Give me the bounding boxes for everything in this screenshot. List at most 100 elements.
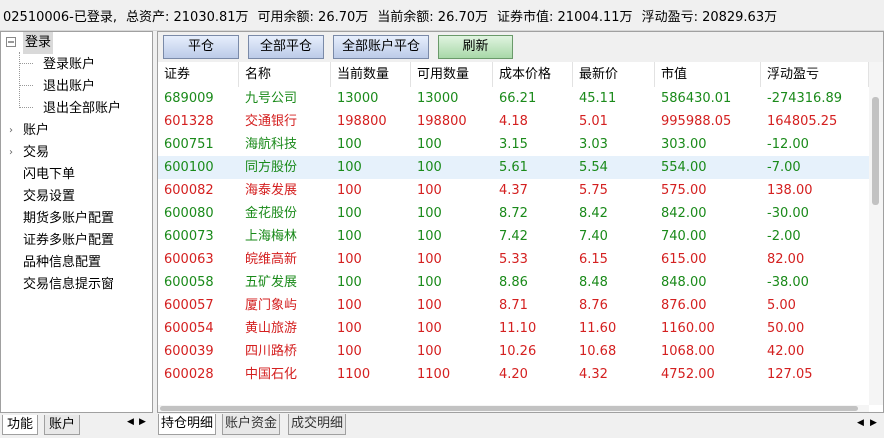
column-header[interactable]: 最新价 bbox=[573, 62, 655, 87]
table-cell-pnl: 138.00 bbox=[767, 183, 813, 198]
vertical-scrollbar[interactable] bbox=[869, 62, 883, 405]
table-row[interactable]: 600058 五矿发展 100 100 8.86 8.48 848.00 -38.00 bbox=[158, 271, 869, 294]
horizontal-scrollbar[interactable] bbox=[158, 405, 869, 412]
scroll-thumb[interactable] bbox=[160, 406, 858, 411]
table-cell-cost: 4.20 bbox=[499, 367, 528, 382]
table-cell-cost: 11.10 bbox=[499, 321, 537, 336]
table-cell-qty: 100 bbox=[337, 206, 362, 221]
tab-trade-detail[interactable]: 成交明细 bbox=[288, 414, 347, 435]
tree-item-trade-settings[interactable]: 交易设置 bbox=[1, 186, 152, 208]
table-cell-avail: 100 bbox=[417, 252, 442, 267]
tab-functions[interactable]: 功能 bbox=[2, 415, 39, 435]
table-cell-mv: 1068.00 bbox=[661, 344, 715, 359]
tree-item-login-account[interactable]: 登录账户 bbox=[1, 54, 152, 76]
current-balance: 当前余额: 26.70万 bbox=[377, 9, 489, 25]
chevron-right-icon[interactable]: › bbox=[5, 142, 17, 164]
table-cell-cost: 5.61 bbox=[499, 160, 528, 175]
table-row[interactable]: 600063 皖维高新 100 100 5.33 6.15 615.00 82.00 bbox=[158, 248, 869, 271]
minus-box-icon[interactable] bbox=[5, 32, 17, 54]
table-cell-code: 600100 bbox=[164, 160, 214, 175]
function-tree-panel: 登录 登录账户 退出账户 退出全部账户 › 账户 › 交易 闪电下单 交易设置 … bbox=[0, 31, 153, 413]
table-cell-avail: 100 bbox=[417, 137, 442, 152]
tree-item-futures-multi-account[interactable]: 期货多账户配置 bbox=[1, 208, 152, 230]
table-cell-avail: 100 bbox=[417, 183, 442, 198]
column-header[interactable]: 证券 bbox=[158, 62, 239, 87]
table-cell-mv: 303.00 bbox=[661, 137, 707, 152]
table-cell-price: 5.01 bbox=[579, 114, 608, 129]
triangle-right-icon[interactable]: ▶ bbox=[870, 418, 877, 428]
column-header[interactable]: 浮动盈亏 bbox=[761, 62, 869, 87]
table-cell-pnl: 82.00 bbox=[767, 252, 805, 267]
table-cell-avail: 100 bbox=[417, 229, 442, 244]
tree-item-quick-order[interactable]: 闪电下单 bbox=[1, 164, 152, 186]
tree-item-trade[interactable]: › 交易 bbox=[1, 142, 152, 164]
table-cell-avail: 100 bbox=[417, 275, 442, 290]
bottom-tab-bar: 持仓明细 账户资金 成交明细 ◀ ▶ bbox=[157, 413, 884, 438]
tab-accounts[interactable]: 账户 bbox=[44, 415, 81, 435]
table-cell-mv: 995988.05 bbox=[661, 114, 732, 129]
chevron-right-icon[interactable]: › bbox=[5, 120, 17, 142]
table-cell-name: 上海梅林 bbox=[245, 229, 298, 244]
tree-item-login[interactable]: 登录 bbox=[1, 32, 152, 54]
table-cell-price: 5.75 bbox=[579, 183, 608, 198]
table-cell-avail: 13000 bbox=[417, 91, 459, 106]
table-cell-qty: 1100 bbox=[337, 367, 371, 382]
tree-item-securities-multi-account[interactable]: 证券多账户配置 bbox=[1, 230, 152, 252]
close-all-accounts-button[interactable]: 全部账户平仓 bbox=[333, 35, 429, 59]
table-row[interactable]: 689009 九号公司 13000 13000 66.21 45.11 586430.01 -… bbox=[158, 87, 869, 110]
table-row[interactable]: 600073 上海梅林 100 100 7.42 7.40 740.00 -2.00 bbox=[158, 225, 869, 248]
column-header[interactable]: 当前数量 bbox=[331, 62, 411, 87]
close-position-button[interactable]: 平仓 bbox=[163, 35, 239, 59]
column-header[interactable]: 成本价格 bbox=[493, 62, 573, 87]
tab-position-detail[interactable]: 持仓明细 bbox=[158, 414, 217, 435]
table-cell-code: 689009 bbox=[164, 91, 214, 106]
column-header[interactable]: 名称 bbox=[239, 62, 331, 87]
positions-grid: 证券 名称 当前数量 可用数量 成本价格 最新价 市值 浮动盈亏 689009 九… bbox=[158, 62, 869, 405]
tree-item-logout-account[interactable]: 退出账户 bbox=[1, 76, 152, 98]
table-row[interactable]: 600100 同方股份 100 100 5.61 5.54 554.00 -7.00 bbox=[158, 156, 869, 179]
column-header[interactable]: 可用数量 bbox=[411, 62, 493, 87]
table-row[interactable]: 600082 海泰发展 100 100 4.37 5.75 575.00 138.00 bbox=[158, 179, 869, 202]
triangle-left-icon[interactable]: ◀ bbox=[857, 418, 864, 428]
table-cell-name: 黄山旅游 bbox=[245, 321, 298, 336]
table-cell-avail: 1100 bbox=[417, 367, 451, 382]
table-cell-avail: 100 bbox=[417, 206, 442, 221]
table-cell-name: 厦门象屿 bbox=[245, 298, 298, 313]
triangle-left-icon[interactable]: ◀ bbox=[127, 417, 134, 427]
tree-item-trade-notification[interactable]: 交易信息提示窗 bbox=[1, 274, 152, 296]
table-cell-code: 600751 bbox=[164, 137, 214, 152]
table-row[interactable]: 600054 黄山旅游 100 100 11.10 11.60 1160.00 50.00 bbox=[158, 317, 869, 340]
table-row[interactable]: 600028 中国石化 1100 1100 4.20 4.32 4752.00 127.05 bbox=[158, 363, 869, 386]
triangle-right-icon[interactable]: ▶ bbox=[139, 417, 146, 427]
column-header[interactable]: 市值 bbox=[655, 62, 761, 87]
table-cell-code: 600039 bbox=[164, 344, 214, 359]
table-cell-name: 交通银行 bbox=[245, 114, 298, 129]
available-balance: 可用余额: 26.70万 bbox=[257, 9, 369, 25]
table-cell-pnl: -7.00 bbox=[767, 160, 801, 175]
table-row[interactable]: 601328 交通银行 198800 198800 4.18 5.01 995988.05 1… bbox=[158, 110, 869, 133]
table-cell-qty: 100 bbox=[337, 252, 362, 267]
table-cell-mv: 575.00 bbox=[661, 183, 707, 198]
tab-account-funds[interactable]: 账户资金 bbox=[222, 414, 281, 435]
tree-item-instrument-config[interactable]: 品种信息配置 bbox=[1, 252, 152, 274]
table-cell-price: 6.15 bbox=[579, 252, 608, 267]
tree-item-account[interactable]: › 账户 bbox=[1, 120, 152, 142]
table-row[interactable]: 600751 海航科技 100 100 3.15 3.03 303.00 -12.00 bbox=[158, 133, 869, 156]
table-cell-qty: 100 bbox=[337, 298, 362, 313]
table-cell-code: 600054 bbox=[164, 321, 214, 336]
total-assets: 总资产: 21030.81万 bbox=[126, 9, 249, 25]
table-cell-mv: 1160.00 bbox=[661, 321, 715, 336]
table-row[interactable]: 600080 金花股份 100 100 8.72 8.42 842.00 -30.00 bbox=[158, 202, 869, 225]
tree-item-logout-all-accounts[interactable]: 退出全部账户 bbox=[1, 98, 152, 120]
account-status-bar: 02510006-已登录, 总资产: 21030.81万 可用余额: 26.70… bbox=[0, 0, 884, 31]
table-cell-price: 45.11 bbox=[579, 91, 617, 106]
table-cell-qty: 100 bbox=[337, 160, 362, 175]
account-status: 02510006-已登录, bbox=[3, 9, 117, 25]
close-all-button[interactable]: 全部平仓 bbox=[248, 35, 324, 59]
table-cell-code: 600073 bbox=[164, 229, 214, 244]
refresh-button[interactable]: 刷新 bbox=[438, 35, 513, 59]
table-cell-name: 金花股份 bbox=[245, 206, 298, 221]
scroll-thumb[interactable] bbox=[872, 97, 879, 205]
table-row[interactable]: 600057 厦门象屿 100 100 8.71 8.76 876.00 5.00 bbox=[158, 294, 869, 317]
table-row[interactable]: 600039 四川路桥 100 100 10.26 10.68 1068.00 42.00 bbox=[158, 340, 869, 363]
